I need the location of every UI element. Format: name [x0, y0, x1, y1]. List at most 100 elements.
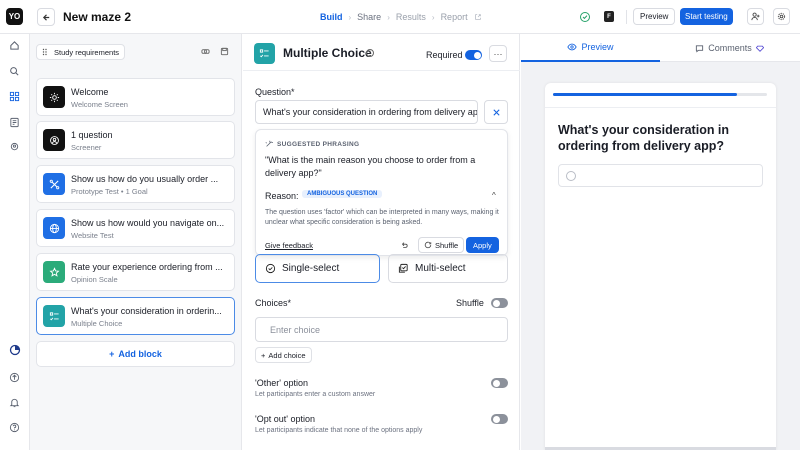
block-prototype-test[interactable]: Show us how do you usually order ... Pro… — [36, 165, 235, 203]
check-circle-icon — [265, 263, 276, 274]
plus-icon: + — [109, 349, 115, 359]
refresh-icon — [424, 241, 432, 249]
block-subtitle: Prototype Test • 1 Goal — [71, 187, 148, 196]
give-feedback-link[interactable]: Give feedback — [265, 241, 313, 250]
participants-icon[interactable] — [8, 141, 21, 154]
tab-comments[interactable]: Comments — [660, 34, 799, 62]
list-icon — [43, 305, 65, 327]
study-requirements-button[interactable]: Study requirements — [36, 44, 126, 60]
optout-option-subtitle: Let participants indicate that none of t… — [255, 427, 423, 434]
start-testing-button[interactable]: Start testing — [680, 8, 733, 25]
tab-preview-label: Preview — [581, 42, 614, 52]
block-title: 1 question — [71, 130, 113, 140]
grid-icon[interactable] — [8, 90, 21, 103]
block-title: Show us how would you navigate on... — [71, 218, 225, 228]
step-results[interactable]: Results — [396, 12, 426, 22]
chevron-right-icon: › — [387, 12, 390, 22]
multi-select-option[interactable]: Multi-select — [388, 254, 508, 283]
single-select-option[interactable]: Single-select — [255, 254, 380, 283]
add-choice-label: Add choice — [268, 350, 306, 360]
external-link-icon — [474, 14, 481, 20]
preview-question: What's your consideration in ordering fr… — [558, 123, 730, 153]
link-icon[interactable] — [198, 44, 213, 59]
sparkle-icon — [492, 108, 500, 116]
block-multiple-choice[interactable]: What's your consideration in orderin... … — [36, 297, 235, 335]
editor-title: Multiple Choice — [283, 46, 372, 60]
star-icon — [43, 261, 65, 283]
study-requirements-label: Study requirements — [54, 47, 120, 57]
other-option-toggle[interactable] — [491, 378, 508, 388]
question-label: Question* — [255, 87, 295, 97]
block-website-test[interactable]: Show us how would you navigate on... Web… — [36, 209, 235, 247]
prototype-icon — [43, 173, 65, 195]
tab-preview[interactable]: Preview — [521, 34, 660, 62]
help-icon[interactable] — [8, 421, 21, 434]
workflow-steps: Build › Share › Results › Report — [320, 12, 482, 22]
undo-button[interactable] — [396, 237, 412, 253]
add-block-button[interactable]: + Add block — [36, 341, 235, 367]
block-screener[interactable]: 1 question Screener — [36, 121, 235, 159]
single-select-label: Single-select — [282, 263, 340, 274]
usage-icon[interactable] — [8, 343, 21, 356]
optout-option-toggle[interactable] — [491, 414, 508, 424]
preview-button[interactable]: Preview — [633, 8, 676, 25]
divider — [243, 70, 520, 71]
home-icon[interactable] — [8, 39, 21, 52]
search-icon[interactable] — [8, 65, 21, 78]
add-user-button[interactable] — [747, 8, 764, 25]
block-welcome[interactable]: Welcome Welcome Screen — [36, 78, 235, 116]
saved-check-icon — [580, 12, 590, 22]
project-title[interactable]: New maze 2 — [63, 10, 131, 24]
block-title: What's your consideration in orderin... — [71, 306, 222, 316]
multi-select-label: Multi-select — [415, 263, 466, 274]
block-title: Show us how do you usually order ... — [71, 174, 219, 184]
suggested-phrasing-panel: SUGGESTED PHRASING "What is the main rea… — [255, 129, 508, 256]
gear-icon — [777, 12, 786, 21]
ai-suggest-button[interactable] — [484, 100, 508, 124]
step-build[interactable]: Build — [320, 12, 343, 22]
required-toggle[interactable] — [465, 50, 482, 60]
magic-wand-icon — [265, 140, 273, 147]
choice-input[interactable]: Enter choice — [255, 317, 508, 342]
preview-choice-option[interactable] — [558, 164, 763, 187]
progress-fill — [553, 93, 738, 96]
undo-icon — [402, 242, 408, 248]
step-share[interactable]: Share — [357, 12, 381, 22]
more-options-button[interactable]: ··· — [489, 45, 507, 62]
info-icon[interactable]: i — [366, 49, 374, 57]
other-option-subtitle: Let participants enter a custom answer — [255, 391, 376, 398]
save-icon[interactable] — [217, 44, 232, 59]
chevron-right-icon: › — [431, 12, 435, 22]
workspace-logo[interactable]: YO — [6, 8, 23, 25]
bell-icon[interactable] — [8, 396, 21, 409]
sun-icon — [43, 86, 65, 108]
add-block-label: Add block — [118, 349, 162, 359]
add-choice-button[interactable]: + Add choice — [255, 347, 312, 363]
chevron-up-icon[interactable]: ^ — [492, 191, 496, 200]
divider — [626, 10, 627, 24]
globe-icon — [43, 217, 65, 239]
suggestion-text: "What is the main reason you choose to o… — [265, 155, 476, 178]
block-subtitle: Website Test — [71, 231, 114, 240]
plus-icon: + — [261, 350, 266, 360]
suggestion-heading-text: SUGGESTED PHRASING — [277, 140, 360, 148]
optout-option-title: 'Opt out' option — [255, 414, 315, 424]
shuffle-toggle[interactable] — [491, 298, 508, 308]
figma-icon[interactable]: F — [604, 11, 614, 22]
block-opinion-scale[interactable]: Rate your experience ordering from ... O… — [36, 253, 235, 291]
back-button[interactable] — [37, 8, 55, 26]
step-report[interactable]: Report — [441, 12, 468, 22]
comment-icon — [696, 44, 704, 53]
apply-button[interactable]: Apply — [466, 237, 499, 253]
radio-button[interactable] — [566, 171, 576, 181]
templates-icon[interactable] — [8, 116, 21, 129]
preview-tabs: Preview Comments — [521, 34, 800, 62]
block-subtitle: Multiple Choice — [71, 319, 123, 328]
multi-check-icon — [398, 263, 408, 273]
upgrade-icon[interactable] — [8, 371, 21, 384]
block-subtitle: Screener — [71, 143, 102, 152]
block-title: Welcome — [71, 87, 109, 97]
settings-button[interactable] — [773, 8, 790, 25]
suggestion-shuffle-button[interactable]: Shuffle — [418, 237, 465, 253]
question-input[interactable]: What's your consideration in ordering fr… — [255, 100, 478, 124]
